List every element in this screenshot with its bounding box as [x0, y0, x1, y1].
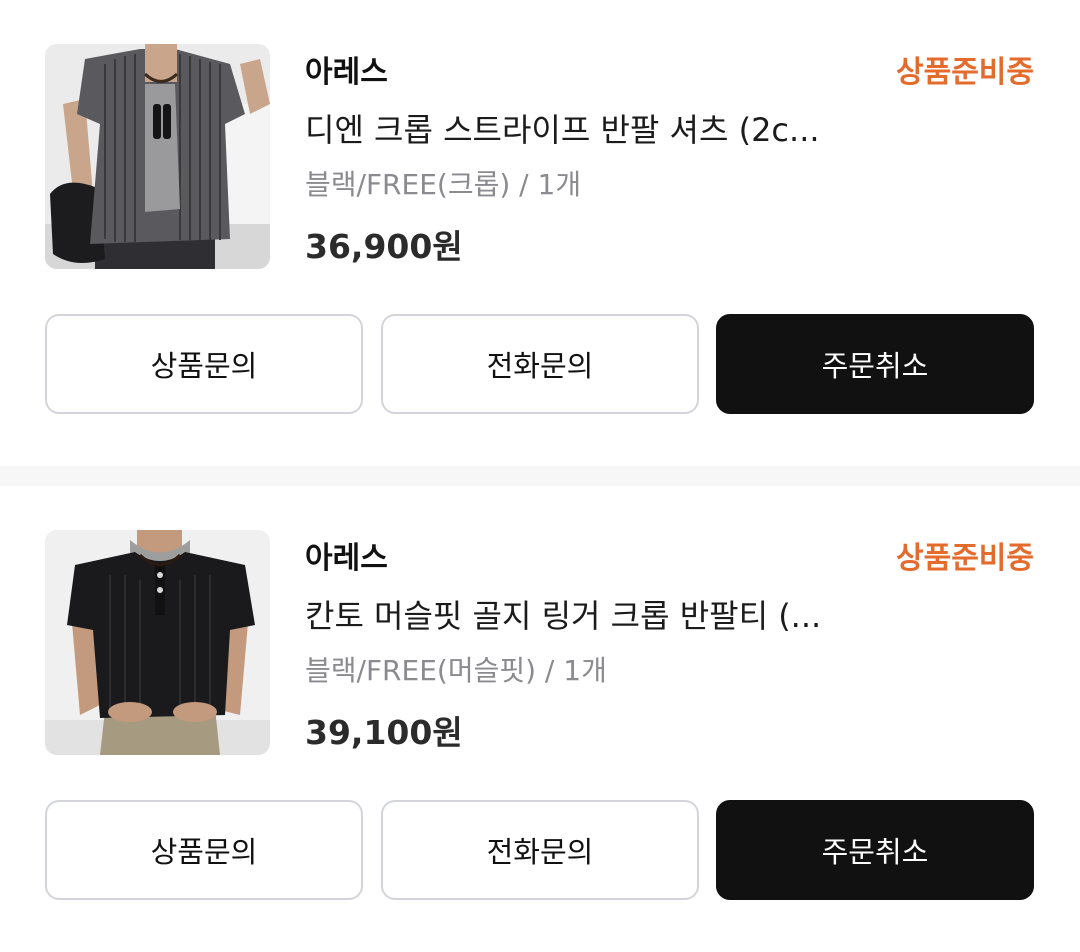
- order-item: 아레스 상품준비중 디엔 크롭 스트라이프 반팔 셔츠 (2c... 블랙/FR…: [0, 0, 1080, 466]
- product-option: 블랙/FREE(머슬핏) / 1개: [305, 654, 607, 687]
- section-divider: [0, 466, 1080, 486]
- order-status-badge: 상품준비중: [896, 541, 1034, 576]
- product-image[interactable]: [45, 530, 270, 755]
- product-option: 블랙/FREE(크롭) / 1개: [305, 168, 582, 201]
- product-price: 36,900원: [305, 227, 463, 266]
- product-inquiry-button[interactable]: 상품문의: [45, 314, 363, 414]
- phone-inquiry-button[interactable]: 전화문의: [381, 314, 699, 414]
- order-status-badge: 상품준비중: [896, 55, 1034, 90]
- product-image[interactable]: [45, 44, 270, 269]
- cancel-order-button[interactable]: 주문취소: [716, 800, 1034, 900]
- product-price: 39,100원: [305, 713, 463, 752]
- black-tee-photo-icon: [45, 530, 270, 755]
- striped-shirt-photo-icon: [45, 44, 270, 269]
- brand-name: 아레스: [305, 55, 388, 90]
- brand-name: 아레스: [305, 541, 388, 576]
- phone-inquiry-button[interactable]: 전화문의: [381, 800, 699, 900]
- cancel-order-button[interactable]: 주문취소: [716, 314, 1034, 414]
- order-item: 아레스 상품준비중 칸토 머슬핏 골지 링거 크롭 반팔티 (... 블랙/FR…: [0, 486, 1080, 952]
- product-name[interactable]: 칸토 머슬핏 골지 링거 크롭 반팔티 (...: [305, 591, 865, 637]
- product-inquiry-button[interactable]: 상품문의: [45, 800, 363, 900]
- product-name[interactable]: 디엔 크롭 스트라이프 반팔 셔츠 (2c...: [305, 105, 865, 151]
